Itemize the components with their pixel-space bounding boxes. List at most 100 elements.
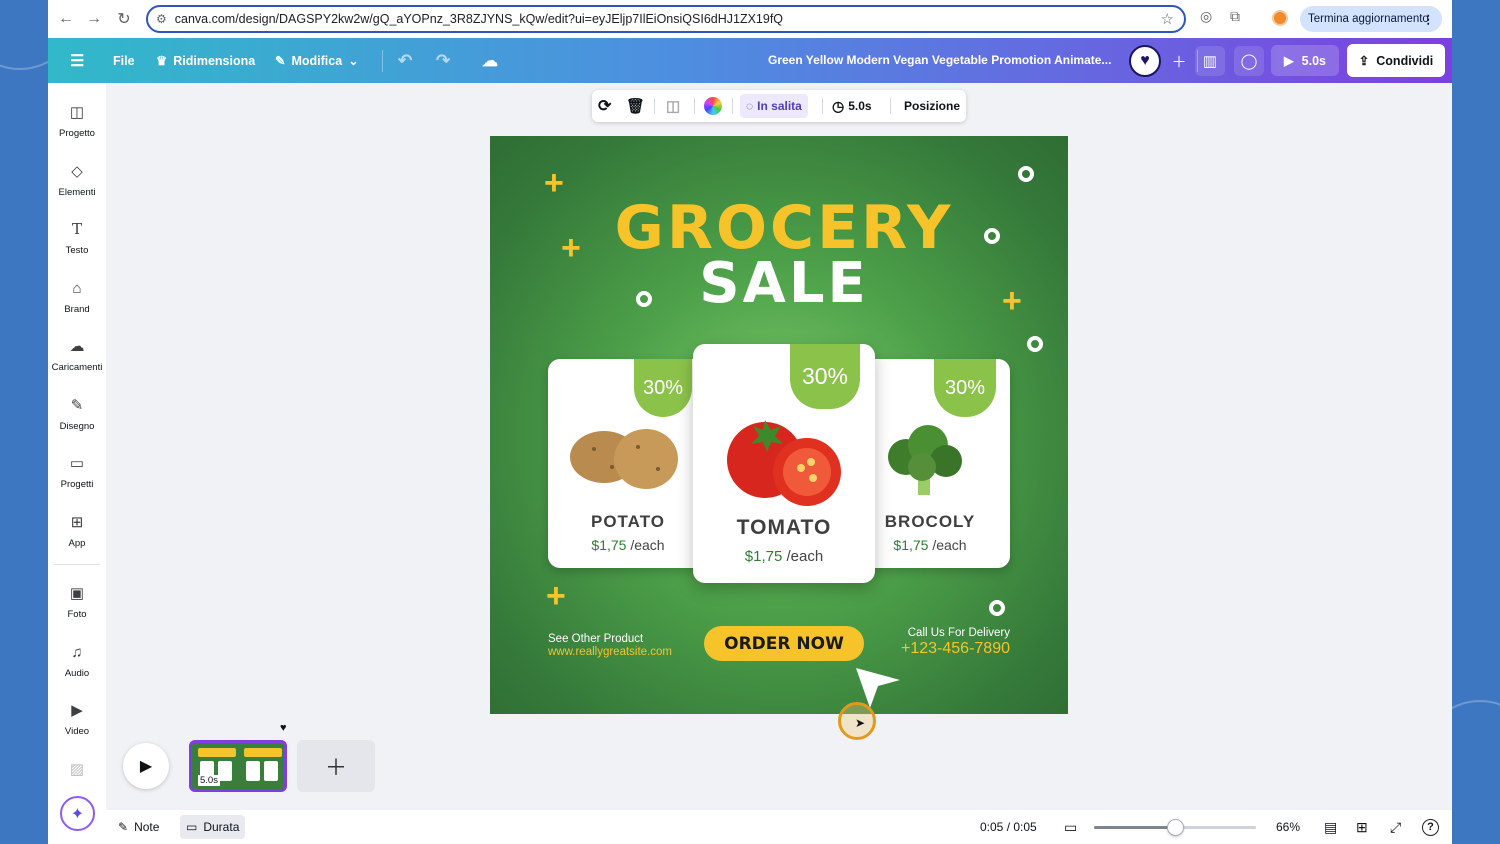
sidebar-item-disegno[interactable]: ✎ Disegno — [48, 395, 106, 432]
more-menu-icon[interactable]: ⋮ — [1423, 12, 1435, 26]
sidebar-item-video[interactable]: ▶ Video — [48, 700, 106, 737]
grid-view-icon[interactable]: ⊞ — [1356, 810, 1368, 844]
user-avatar[interactable]: ♥ — [1129, 45, 1161, 77]
ring-decoration — [1018, 166, 1034, 182]
element-toolbar: ⟳ 🗑 ◫ ◌ In salita ◷ 5.0s Posizione — [592, 90, 966, 122]
bottom-bar: ✎ Note ▭ Durata 0:05 / 0:05 ▭ 66% ▤ ⊞ ⤢ ? — [106, 810, 1452, 844]
sidebar-item-label: Caricamenti — [51, 362, 103, 373]
browser-window: ← → ↻ ⚙ canva.com/design/DAGSPY2kw2w/gQ_… — [48, 0, 1452, 844]
zoom-slider-handle[interactable] — [1167, 819, 1184, 836]
add-page-button[interactable]: ＋ — [297, 740, 375, 792]
undo-icon[interactable]: ↶ — [398, 38, 412, 83]
timing-button[interactable]: ◷ 5.0s — [832, 90, 872, 122]
sidebar-item-label: Testo — [65, 245, 89, 256]
back-icon[interactable]: ← — [51, 4, 81, 34]
zoom-slider-fill — [1094, 826, 1175, 829]
browser-toolbar: ← → ↻ ⚙ canva.com/design/DAGSPY2kw2w/gQ_… — [48, 0, 1452, 38]
animation-button[interactable]: ◌ In salita — [740, 94, 808, 118]
edit-menu[interactable]: ✎ Modifica ⌄ — [275, 38, 359, 83]
bookmark-star-icon[interactable]: ☆ — [1161, 10, 1174, 28]
product-card-tomato[interactable]: 30% TOMATO $1,75 /each — [693, 344, 875, 583]
update-button[interactable]: Termina aggiornamento ⋮ — [1300, 6, 1442, 32]
redo-icon[interactable]: ↷ — [436, 38, 450, 83]
replace-icon[interactable]: ⟳ — [598, 90, 611, 122]
thumbnail-card — [246, 761, 260, 781]
document-title[interactable]: Green Yellow Modern Vegan Vegetable Prom… — [768, 53, 1111, 67]
thumbnail-duration: 5.0s — [198, 775, 220, 786]
sidebar-item-brand[interactable]: ⌂ Brand — [48, 278, 106, 316]
sidebar-item-label: App — [68, 538, 86, 549]
design-canvas[interactable]: + + + + GROCERY SALE 30% POTATO $1,75 /e… — [490, 136, 1068, 714]
sidebar-item-progetto[interactable]: ◫ Progetto — [48, 102, 106, 139]
extension-icon[interactable]: ◎ — [1200, 8, 1212, 25]
color-wheel-icon — [704, 97, 722, 115]
insights-chart-icon[interactable]: ▥ — [1195, 46, 1225, 76]
file-label: File — [113, 53, 135, 68]
play-icon: ▶ — [139, 758, 153, 775]
playhead-icon[interactable]: ♥ — [280, 722, 287, 734]
present-play-button[interactable]: ▶ 5.0s — [1271, 45, 1339, 76]
layout-icon: ◫ — [69, 104, 85, 121]
ring-decoration — [1027, 336, 1043, 352]
sidebar-item-app[interactable]: ⊞ App — [48, 512, 106, 549]
price-value: $1,75 — [744, 548, 783, 565]
menu-hamburger-icon[interactable]: ☰ — [70, 38, 84, 83]
share-button[interactable]: ⇪ Condividi — [1347, 44, 1445, 77]
image-placeholder-icon: ▨ — [69, 761, 85, 778]
resize-label: Ridimensiona — [173, 53, 256, 68]
site-settings-icon[interactable]: ⚙ — [156, 12, 167, 26]
music-icon: ♫ — [71, 643, 83, 661]
page-view-icon[interactable]: ▭ — [1064, 810, 1077, 844]
extensions-puzzle-icon[interactable]: ⧉ — [1230, 8, 1240, 25]
flip-icon[interactable]: ◫ — [666, 90, 680, 122]
color-picker[interactable] — [704, 90, 722, 122]
position-button[interactable]: Posizione — [904, 90, 960, 122]
sidebar-item-testo[interactable]: T Testo — [48, 219, 106, 256]
sidebar-item-elementi[interactable]: ◇ Elementi — [48, 161, 106, 198]
product-price: $1,75 /each — [693, 548, 875, 565]
sidebar-item-audio[interactable]: ♫ Audio — [48, 642, 106, 680]
resize-icon: ♛ — [156, 54, 168, 68]
pages-view-icon[interactable]: ▤ — [1324, 810, 1337, 844]
address-bar[interactable]: ⚙ canva.com/design/DAGSPY2kw2w/gQ_aYOPnz… — [146, 5, 1186, 33]
thumbnail-card — [218, 761, 232, 781]
comment-icon[interactable]: ◯ — [1234, 46, 1264, 76]
fullscreen-icon[interactable]: ⤢ — [1390, 810, 1401, 844]
timeline-play-button[interactable]: ▶ — [123, 743, 169, 789]
resize-button[interactable]: ♛ Ridimensiona — [156, 38, 255, 83]
sidebar-item-caricamenti[interactable]: ☁ Caricamenti — [48, 336, 106, 373]
forward-icon[interactable]: → — [79, 4, 109, 34]
add-collaborator-icon[interactable]: ＋ — [1164, 46, 1194, 76]
profile-avatar[interactable] — [1272, 10, 1288, 26]
zoom-level[interactable]: 66% — [1276, 810, 1300, 844]
sidebar-item-more[interactable]: ▨ — [48, 759, 106, 779]
durata-label: Durata — [203, 820, 240, 834]
ring-decoration — [989, 600, 1005, 616]
headline-sale[interactable]: SALE — [490, 256, 1068, 312]
magic-assistant-button[interactable]: ✦ — [60, 796, 95, 831]
headline-grocery[interactable]: GROCERY — [490, 198, 1068, 258]
durata-button[interactable]: ▭ Durata — [180, 815, 246, 839]
delete-trash-icon[interactable]: 🗑 — [626, 90, 645, 122]
mouse-cursor-icon: ➤ — [855, 716, 866, 730]
tomato-image — [727, 420, 841, 506]
notes-icon: ✎ — [118, 820, 129, 834]
price-value: $1,75 — [591, 537, 627, 553]
sidebar-item-label: Audio — [64, 668, 90, 679]
help-icon[interactable]: ? — [1422, 810, 1439, 844]
pencil-icon: ✎ — [275, 54, 286, 68]
price-value: $1,75 — [893, 537, 929, 553]
file-menu[interactable]: File — [113, 38, 135, 83]
sidebar-item-foto[interactable]: ▣ Foto — [48, 583, 106, 620]
product-price: $1,75 /each — [548, 537, 708, 553]
notes-button[interactable]: ✎ Note — [118, 810, 159, 844]
zoom-slider[interactable] — [1094, 819, 1256, 836]
cloud-save-icon[interactable]: ☁ — [482, 38, 498, 83]
product-card-potato[interactable]: 30% POTATO $1,75 /each — [548, 359, 708, 568]
page-thumbnail[interactable]: 5.0s — [189, 740, 287, 792]
reload-icon[interactable]: ↻ — [109, 4, 139, 34]
sidebar-item-progetti[interactable]: ▭ Progetti — [48, 453, 106, 490]
share-icon: ⇪ — [1358, 54, 1370, 68]
divider — [382, 50, 383, 72]
editor-header: ☰ File ♛ Ridimensiona ✎ Modifica ⌄ ↶ ↷ ☁ Gr… — [48, 38, 1452, 83]
